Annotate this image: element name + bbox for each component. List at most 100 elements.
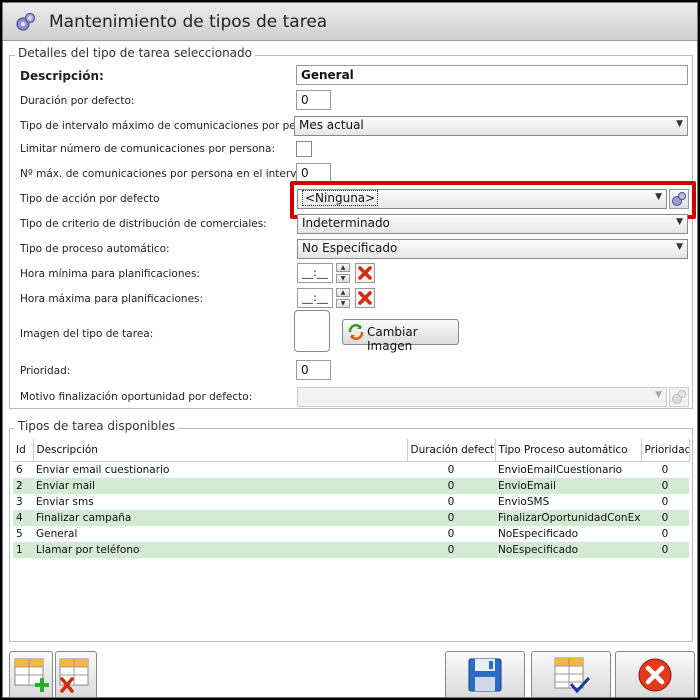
column-header-prioridad[interactable]: Prioridad bbox=[641, 439, 690, 462]
limitar-checkbox[interactable] bbox=[296, 141, 312, 157]
spin-down-icon[interactable]: ▼ bbox=[336, 274, 350, 283]
spin-up-icon[interactable]: ▲ bbox=[336, 263, 350, 272]
window: Mantenimiento de tipos de tarea Detalles… bbox=[2, 2, 698, 698]
cell-prioridad: 0 bbox=[641, 478, 689, 494]
details-group-title: Detalles del tipo de tarea seleccionado bbox=[15, 46, 255, 60]
cambiar-imagen-label: Cambiar Imagen bbox=[367, 325, 418, 353]
criterio-value: Indeterminado bbox=[302, 216, 390, 230]
motivo-settings-button[interactable] bbox=[669, 387, 689, 407]
imagen-preview bbox=[294, 310, 330, 352]
descripcion-label: Descripción: bbox=[20, 69, 104, 83]
cell-prioridad: 0 bbox=[641, 542, 689, 558]
delete-row-icon bbox=[59, 658, 89, 693]
spin-up-icon[interactable]: ▲ bbox=[336, 288, 350, 297]
hora-min-clear-button[interactable] bbox=[355, 263, 375, 283]
table-row[interactable]: 3 Enviar sms 0 EnvioSMS 0 bbox=[13, 494, 689, 510]
window-title: Mantenimiento de tipos de tarea bbox=[49, 12, 328, 32]
save-button[interactable] bbox=[445, 651, 525, 697]
descripcion-input[interactable]: General bbox=[296, 65, 688, 85]
save-icon bbox=[468, 658, 502, 692]
proceso-label: Tipo de proceso automático: bbox=[20, 243, 170, 255]
spin-down-icon[interactable]: ▼ bbox=[336, 299, 350, 308]
accept-icon bbox=[554, 657, 591, 694]
refresh-image-icon bbox=[348, 324, 364, 340]
column-header-descripcion[interactable]: Descripción bbox=[33, 439, 408, 462]
cell-proceso: EnvioSMS bbox=[498, 496, 550, 508]
accept-button[interactable] bbox=[531, 651, 611, 697]
cell-duracion: 0 bbox=[447, 464, 455, 476]
criterio-select[interactable]: Indeterminado ▼ bbox=[297, 214, 688, 234]
cell-id: 2 bbox=[13, 478, 33, 494]
motivo-select[interactable]: ▼ bbox=[297, 387, 667, 407]
table-row[interactable]: 2 Enviar mail 0 EnvioEmail 0 bbox=[13, 478, 689, 494]
hora-max-input[interactable]: __:__ bbox=[297, 288, 333, 308]
column-header-id[interactable]: Id bbox=[13, 439, 34, 462]
cell-duracion: 0 bbox=[447, 528, 455, 540]
hora-min-label: Hora mínima para planificaciones: bbox=[20, 268, 200, 280]
add-row-icon bbox=[14, 658, 49, 692]
cell-proceso: NoEspecificado bbox=[498, 528, 579, 540]
tipo-intervalo-label: Tipo de intervalo máximo de comunicacion… bbox=[20, 120, 329, 132]
prioridad-label: Prioridad: bbox=[20, 365, 71, 377]
motivo-label: Motivo finalización oportunidad por defe… bbox=[20, 391, 253, 403]
chevron-down-icon: ▼ bbox=[676, 119, 683, 129]
cell-descripcion: Finalizar campaña bbox=[33, 510, 407, 526]
criterio-label: Tipo de criterio de distribución de come… bbox=[20, 218, 267, 230]
chevron-down-icon: ▼ bbox=[676, 217, 683, 227]
cell-descripcion: Enviar mail bbox=[33, 478, 407, 494]
tipo-accion-label: Tipo de acción por defecto bbox=[20, 193, 160, 205]
cell-id: 4 bbox=[13, 510, 33, 526]
table-row[interactable]: 1 Llamar por teléfono 0 NoEspecificado 0 bbox=[13, 542, 689, 558]
proceso-select[interactable]: No Especificado ▼ bbox=[297, 239, 688, 259]
cell-duracion: 0 bbox=[407, 510, 495, 526]
cell-prioridad: 0 bbox=[661, 496, 669, 508]
tipo-intervalo-value: Mes actual bbox=[299, 118, 364, 132]
table-row[interactable]: 4 Finalizar campaña 0 FinalizarOportunid… bbox=[13, 510, 689, 526]
title-bar: Mantenimiento de tipos de tarea bbox=[3, 3, 697, 41]
cell-id: 1 bbox=[13, 542, 33, 558]
cell-descripcion: Enviar email cuestionario bbox=[36, 464, 170, 476]
close-icon bbox=[358, 266, 372, 280]
duracion-input[interactable]: 0 bbox=[296, 90, 331, 110]
chevron-down-icon: ▼ bbox=[676, 242, 683, 252]
gears-icon bbox=[672, 390, 686, 404]
gears-icon bbox=[16, 12, 36, 31]
duracion-label: Duración por defecto: bbox=[20, 95, 135, 107]
tipo-intervalo-select[interactable]: Mes actual ▼ bbox=[294, 116, 688, 136]
cell-proceso: FinalizarOportunidadConExito bbox=[495, 510, 641, 526]
prioridad-input[interactable]: 0 bbox=[296, 360, 331, 380]
hora-min-spinner[interactable]: ▲ ▼ bbox=[336, 263, 350, 283]
cell-descripcion: Llamar por teléfono bbox=[33, 542, 407, 558]
cell-prioridad: 0 bbox=[661, 528, 669, 540]
proceso-value: No Especificado bbox=[302, 241, 398, 255]
hora-max-label: Hora máxima para planificaciones: bbox=[20, 293, 204, 305]
cell-id: 5 bbox=[16, 528, 23, 540]
bottom-toolbar bbox=[3, 645, 697, 697]
add-row-button[interactable] bbox=[9, 651, 53, 697]
table-header-row: Id Descripción Duración defecto Tipo Pro… bbox=[13, 439, 690, 462]
table-row[interactable]: 5 General 0 NoEspecificado 0 bbox=[13, 526, 689, 542]
cell-id: 3 bbox=[16, 496, 23, 508]
table-row[interactable]: 6 Enviar email cuestionario 0 EnvioEmail… bbox=[13, 462, 689, 479]
cell-descripcion: General bbox=[36, 528, 78, 540]
cell-id: 6 bbox=[16, 464, 23, 476]
max-com-input[interactable]: 0 bbox=[296, 163, 331, 183]
cell-duracion: 0 bbox=[447, 496, 455, 508]
hora-min-input[interactable]: __:__ bbox=[297, 263, 333, 283]
delete-row-button[interactable] bbox=[55, 651, 97, 697]
max-com-label: Nº máx. de comunicaciones por persona en… bbox=[20, 168, 316, 180]
hora-max-clear-button[interactable] bbox=[355, 288, 375, 308]
column-header-proceso[interactable]: Tipo Proceso automático bbox=[495, 439, 642, 462]
hora-max-spinner[interactable]: ▲ ▼ bbox=[336, 288, 350, 308]
close-icon bbox=[638, 658, 672, 692]
column-header-duracion[interactable]: Duración defecto bbox=[407, 439, 496, 462]
task-types-table: Id Descripción Duración defecto Tipo Pro… bbox=[13, 439, 690, 558]
cell-descripcion: Enviar sms bbox=[36, 496, 94, 508]
cambiar-imagen-button[interactable]: Cambiar Imagen bbox=[342, 319, 459, 353]
limitar-label: Limitar número de comunicaciones por per… bbox=[20, 143, 276, 155]
close-button[interactable] bbox=[615, 651, 695, 697]
imagen-label: Imagen del tipo de tarea: bbox=[20, 328, 154, 340]
cell-proceso: EnvioEmail bbox=[495, 478, 641, 494]
cell-proceso: NoEspecificado bbox=[495, 542, 641, 558]
cell-prioridad: 0 bbox=[661, 464, 669, 476]
